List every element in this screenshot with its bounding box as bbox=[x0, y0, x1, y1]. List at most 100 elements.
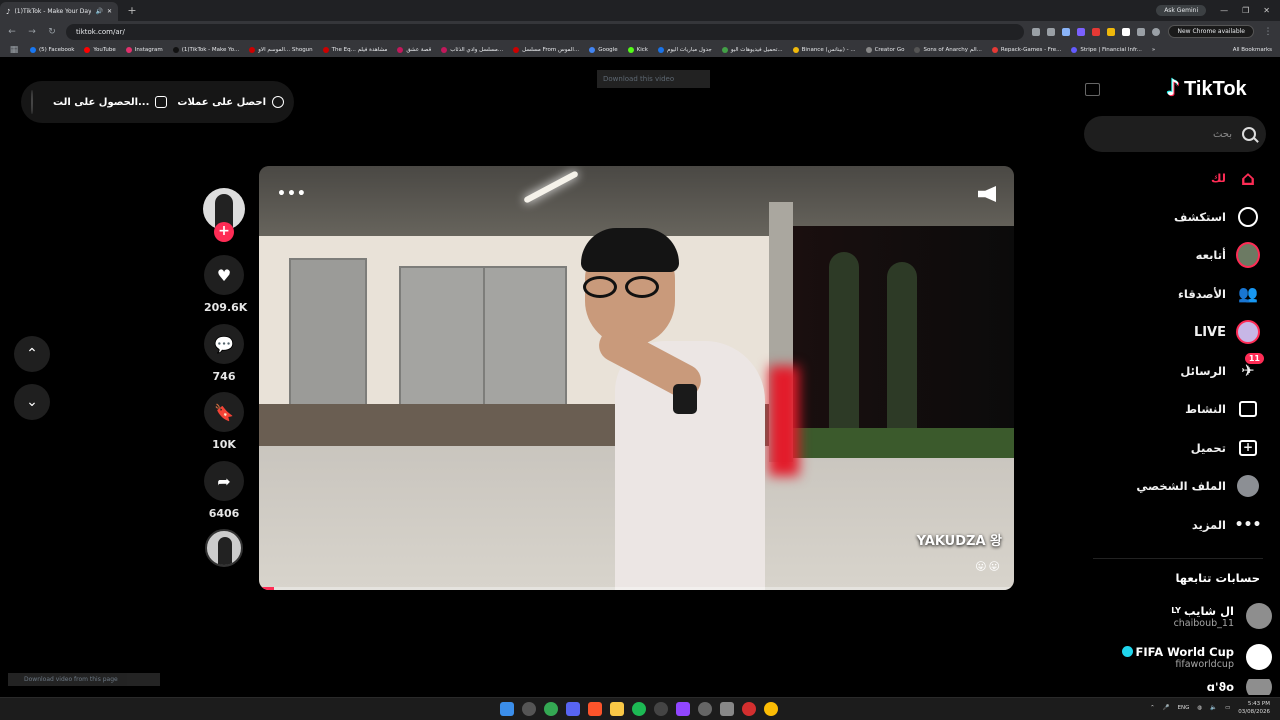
bookmark-item[interactable]: قصة عشق bbox=[397, 46, 431, 53]
speaker-icon[interactable]: 🔈 bbox=[1210, 705, 1217, 711]
extension-icon[interactable] bbox=[1077, 27, 1086, 36]
sidebar-item-friends[interactable]: الأصدقاء 👥 bbox=[1090, 275, 1260, 313]
bookmark-item[interactable]: YouTube bbox=[84, 46, 116, 53]
bookmark-item[interactable]: Instagram bbox=[125, 46, 163, 53]
zoom-icon[interactable] bbox=[1047, 27, 1056, 36]
bookmark-item[interactable]: Google bbox=[589, 46, 618, 53]
bookmark-item[interactable]: مسلسل وادي الذئاب... bbox=[441, 46, 503, 53]
forward-icon[interactable]: → bbox=[26, 27, 38, 37]
reload-icon[interactable]: ↻ bbox=[46, 27, 58, 37]
app-icon[interactable] bbox=[742, 702, 756, 716]
all-bookmarks-button[interactable]: All Bookmarks bbox=[1233, 47, 1272, 53]
bookmark-item[interactable]: Binance (بينانس) - ... bbox=[792, 46, 856, 53]
bookmark-item[interactable]: Sons of Anarchy الم... bbox=[914, 46, 982, 53]
comment-button[interactable]: 💬 bbox=[204, 324, 244, 364]
bookmark-item[interactable]: The Eq... مشاهدة فيلم bbox=[322, 46, 387, 53]
sidebar-item-label: لك bbox=[1210, 171, 1226, 185]
bookmark-item[interactable]: تحميل فيديوهات اليو... bbox=[721, 46, 783, 53]
sidebar-item-activity[interactable]: النشاط bbox=[1090, 390, 1260, 428]
tiktok-logo[interactable]: ♪ TikTok bbox=[1166, 77, 1247, 101]
brave-icon[interactable] bbox=[588, 702, 602, 716]
bookmark-favicon-icon bbox=[589, 46, 596, 53]
video-progress-bar[interactable] bbox=[259, 587, 1014, 590]
tab-audio-icon[interactable]: 🔊 bbox=[95, 8, 102, 15]
sidebar-item-compass[interactable]: استكشف bbox=[1090, 198, 1260, 236]
bookmark-item[interactable]: جدول مباريات اليوم bbox=[657, 46, 712, 53]
apps-grid-icon[interactable]: ▦ bbox=[8, 45, 20, 55]
xbox-icon[interactable] bbox=[720, 702, 734, 716]
music-disc[interactable] bbox=[205, 529, 243, 567]
sidebar-item-profile[interactable]: الملف الشخصي bbox=[1090, 467, 1260, 505]
bookmark-item[interactable]: Repack-Games - Fre... bbox=[991, 46, 1061, 53]
sidebar-item-upload[interactable]: تحميل + bbox=[1090, 429, 1260, 467]
back-icon[interactable]: ← bbox=[6, 27, 18, 37]
menu-icon[interactable]: ⋮ bbox=[1262, 27, 1274, 37]
battery-icon[interactable]: ▭ bbox=[1225, 705, 1230, 711]
get-coins-button[interactable]: احصل على عملات bbox=[177, 96, 284, 108]
search-input[interactable]: بحث bbox=[1084, 116, 1266, 152]
browser-tab-active[interactable]: ♪ (1)TikTok - Make Your Day 🔊 ✕ bbox=[0, 2, 118, 21]
url-field[interactable]: tiktok.com/ar/ bbox=[66, 23, 1025, 40]
sidebar-item-live[interactable]: LIVE bbox=[1090, 313, 1260, 351]
bookmark-item[interactable]: Creator Go bbox=[865, 46, 904, 53]
chrome-icon[interactable] bbox=[764, 702, 778, 716]
bookmark-item[interactable]: الموسم الاو... Shogun bbox=[249, 46, 313, 53]
discord-icon[interactable] bbox=[566, 702, 580, 716]
sidebar-item-home[interactable]: لك ⌂ bbox=[1090, 159, 1260, 197]
bookmarks-overflow-icon[interactable]: » bbox=[1152, 47, 1155, 53]
start-icon[interactable] bbox=[500, 702, 514, 716]
previous-video-button[interactable]: ⌃ bbox=[14, 336, 50, 372]
minimize-icon[interactable]: — bbox=[1220, 6, 1228, 15]
profile-icon[interactable] bbox=[1152, 27, 1161, 36]
following-account[interactable]: ɑ'ϑo bbox=[1102, 679, 1272, 695]
avatar[interactable] bbox=[31, 90, 34, 114]
get-app-button[interactable]: الحصول على الت... bbox=[53, 96, 168, 108]
bookmark-star-icon[interactable] bbox=[1062, 27, 1071, 36]
like-button[interactable]: ♥ bbox=[204, 255, 244, 295]
bookmark-item[interactable]: Stripe | Financial Infr... bbox=[1071, 46, 1142, 53]
account-name-text: ɑ'ϑo bbox=[1206, 680, 1234, 694]
sidebar-item-following[interactable]: أتابعه bbox=[1090, 236, 1260, 274]
search-icon[interactable] bbox=[522, 702, 536, 716]
share-button[interactable]: ➦ bbox=[204, 461, 244, 501]
extension-icon[interactable] bbox=[1122, 27, 1131, 36]
sidebar-toggle-icon[interactable] bbox=[1085, 83, 1100, 96]
bookmark-item[interactable]: (1)TikTok - Make Yo... bbox=[172, 46, 239, 53]
extensions-puzzle-icon[interactable] bbox=[1137, 27, 1146, 36]
chrome-update-button[interactable]: New Chrome available bbox=[1168, 25, 1254, 38]
clock[interactable]: 5:43 PM 03/08/2026 bbox=[1238, 700, 1270, 716]
network-icon[interactable]: ◍ bbox=[1197, 705, 1202, 711]
spotify-icon[interactable] bbox=[632, 702, 646, 716]
steam-icon[interactable] bbox=[654, 702, 668, 716]
language-indicator[interactable]: ENG bbox=[1178, 705, 1190, 711]
microphone-icon[interactable]: 🎤 bbox=[1163, 705, 1170, 711]
app-icon[interactable] bbox=[698, 702, 712, 716]
extension-icon[interactable] bbox=[1107, 27, 1116, 36]
sidebar-item-messages[interactable]: الرسائل ✈ 11 bbox=[1090, 352, 1264, 390]
bookmark-item[interactable]: Kick bbox=[627, 46, 648, 53]
folder-icon[interactable] bbox=[610, 702, 624, 716]
next-video-button[interactable]: ⌄ bbox=[14, 384, 50, 420]
bookmark-item[interactable]: (5) Facebook bbox=[30, 46, 74, 53]
new-tab-button[interactable]: + bbox=[124, 3, 140, 19]
ask-gemini-button[interactable]: Ask Gemini bbox=[1156, 5, 1207, 16]
following-account[interactable]: FIFA World Cup fifaworldcup bbox=[1102, 640, 1272, 674]
chrome-icon[interactable] bbox=[544, 702, 558, 716]
sidebar-item-more[interactable]: المزيد ••• bbox=[1090, 506, 1262, 544]
close-window-icon[interactable]: ✕ bbox=[1263, 6, 1270, 15]
download-video-overlay[interactable]: Download this video bbox=[597, 70, 710, 88]
translate-icon[interactable] bbox=[1032, 27, 1041, 36]
twitch-icon[interactable] bbox=[676, 702, 690, 716]
extension-icon[interactable] bbox=[1092, 27, 1101, 36]
restore-icon[interactable]: ❐ bbox=[1242, 6, 1249, 15]
follow-button[interactable]: + bbox=[214, 222, 234, 242]
video-player[interactable]: ••• YAKUDZA 왕 😛😛 bbox=[259, 166, 1014, 590]
tray-overflow-icon[interactable]: ⌃ bbox=[1150, 705, 1155, 711]
bookmark-item[interactable]: مسلسل From الموس... bbox=[513, 46, 579, 53]
following-account[interactable]: LY ال شايب chaiboub_11 bbox=[1102, 599, 1272, 633]
download-page-overlay[interactable]: Download video from this page bbox=[8, 673, 160, 686]
save-button[interactable]: 🔖 bbox=[204, 392, 244, 432]
search-icon[interactable] bbox=[1242, 127, 1256, 141]
tab-close-icon[interactable]: ✕ bbox=[107, 8, 112, 15]
video-more-options-button[interactable]: ••• bbox=[277, 186, 307, 202]
